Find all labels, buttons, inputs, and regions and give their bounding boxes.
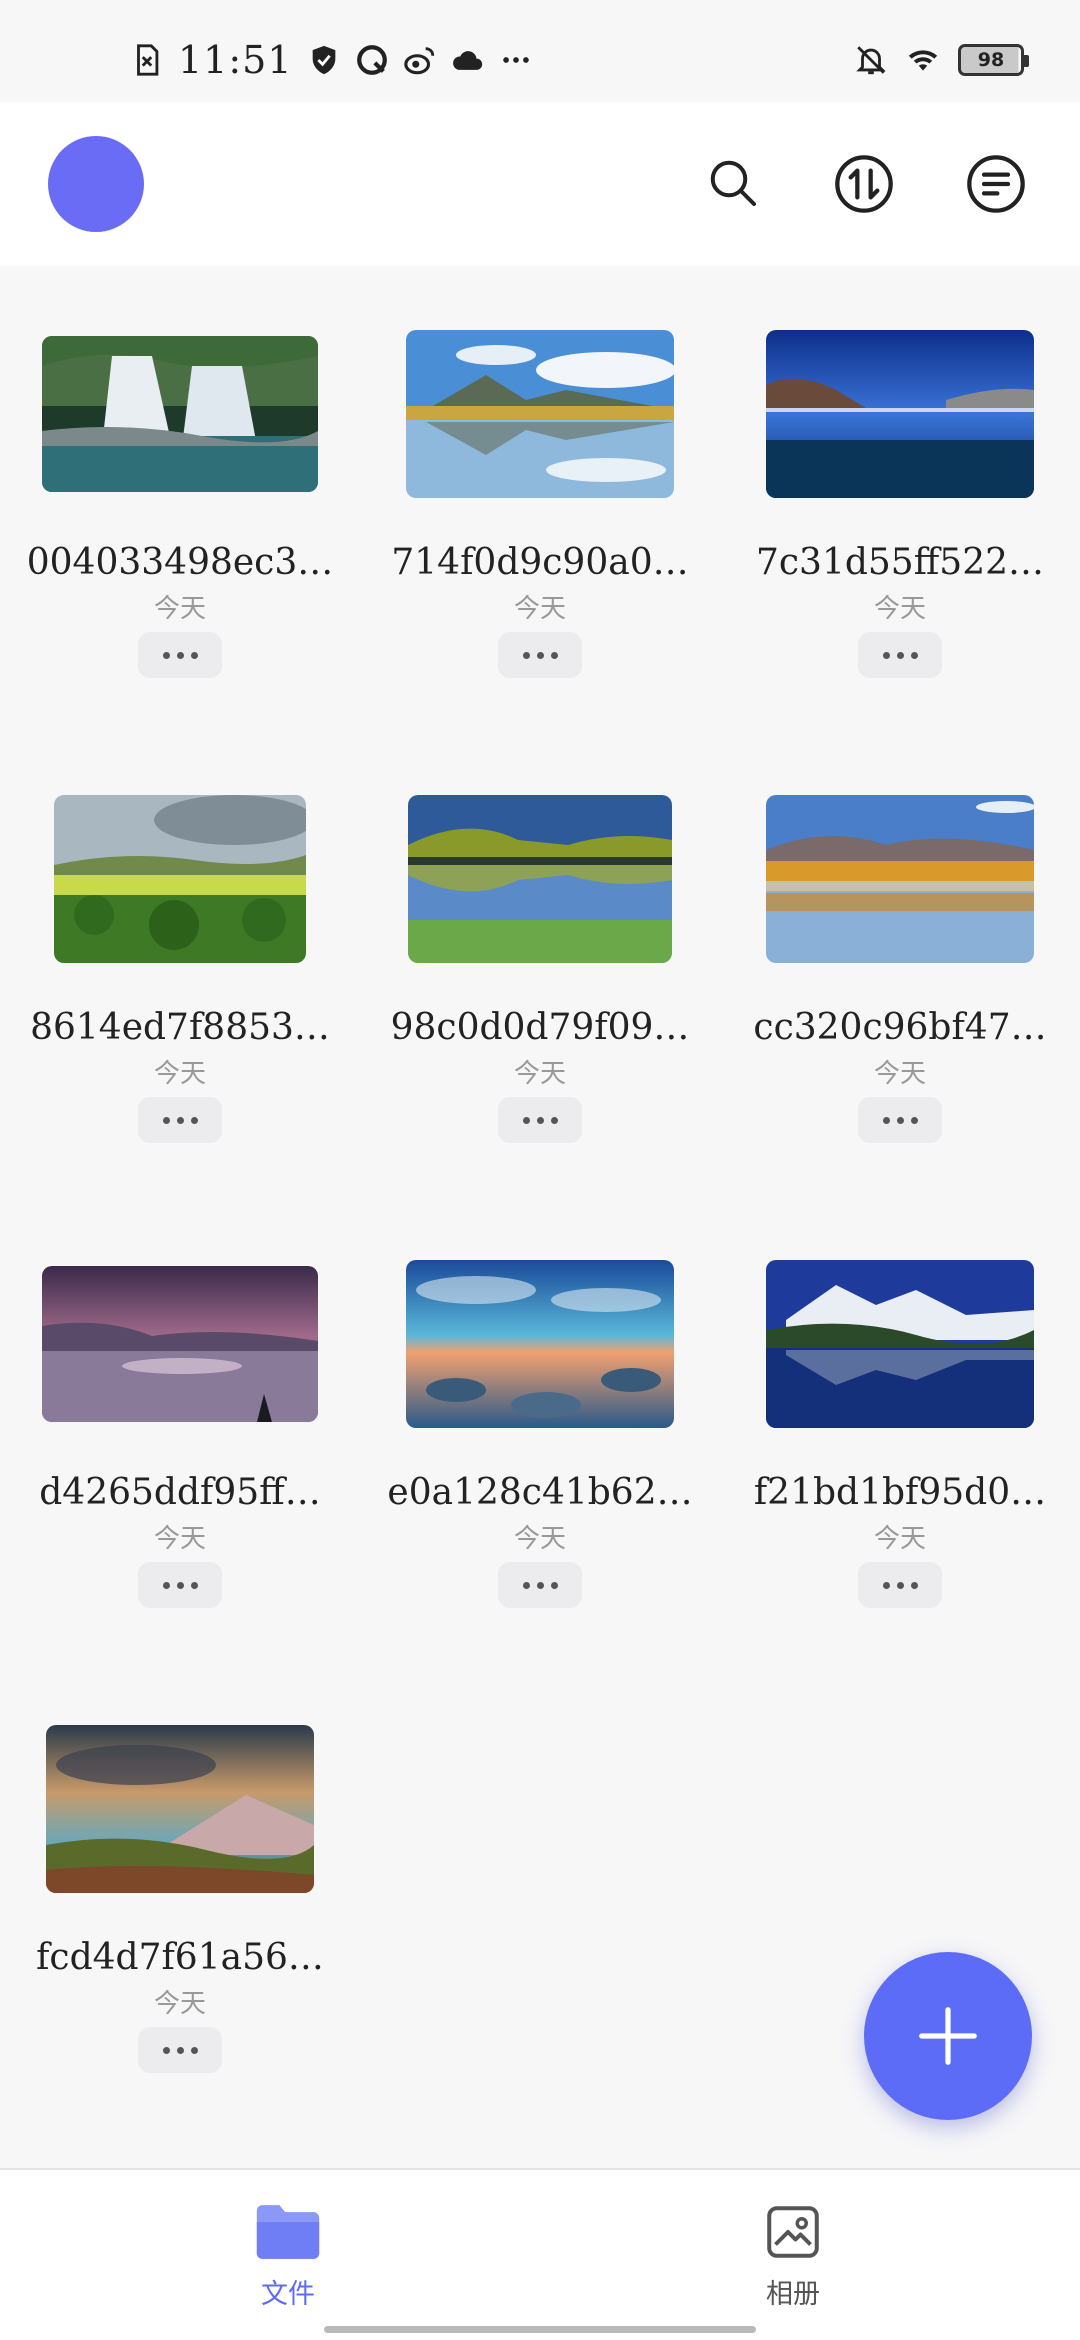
avatar[interactable]: [48, 136, 144, 232]
file-name: fcd4d7f61a56…: [36, 1937, 324, 1978]
battery-level: 98: [977, 49, 1005, 71]
nav-item-files[interactable]: 文件: [188, 2202, 388, 2322]
file-date: 今天: [153, 1989, 206, 2019]
nav-item-album[interactable]: 相册: [693, 2202, 893, 2322]
cloud-icon: [452, 51, 482, 70]
more-button[interactable]: [138, 2027, 222, 2073]
file-item[interactable]: 714f0d9c90a0… 今天: [360, 266, 720, 731]
status-time: 11:51: [178, 38, 293, 82]
nav-label-album: 相册: [766, 2279, 820, 2310]
more-button[interactable]: [498, 1562, 582, 1608]
nav-label-files: 文件: [261, 2279, 315, 2310]
thumbnail-waterfall[interactable]: [42, 336, 318, 492]
file-date: 今天: [513, 594, 566, 624]
file-name: 714f0d9c90a0…: [391, 542, 689, 583]
thumbnail-autumn-trees[interactable]: [766, 795, 1034, 963]
file-name: 98c0d0d79f09…: [390, 1007, 690, 1048]
album-icon: [767, 2206, 819, 2258]
screen: 11:51 98 004033498ec3… 今天 714f0d9c90a0… …: [0, 0, 1080, 2340]
status-bar: 11:51 98: [0, 0, 1080, 102]
file-item[interactable]: 98c0d0d79f09… 今天: [360, 731, 720, 1196]
menu-button[interactable]: [958, 146, 1034, 222]
file-item[interactable]: d4265ddf95ff… 今天: [0, 1196, 360, 1661]
thumbnail-rocky-sunset[interactable]: [406, 1260, 674, 1428]
status-right: 98: [854, 36, 1029, 84]
thumbnail-purple-dusk[interactable]: [42, 1266, 318, 1422]
file-name: 004033498ec3…: [26, 542, 334, 583]
more-button[interactable]: [858, 1097, 942, 1143]
file-date: 今天: [153, 594, 206, 624]
file-item[interactable]: 8614ed7f8853… 今天: [0, 731, 360, 1196]
file-name: f21bd1bf95d0…: [753, 1472, 1047, 1513]
file-item[interactable]: 004033498ec3… 今天: [0, 266, 360, 731]
thumbnail-blue-lake[interactable]: [766, 330, 1034, 498]
thumbnail-reflection-hills[interactable]: [408, 795, 672, 963]
file-date: 今天: [513, 1059, 566, 1089]
more-button[interactable]: [138, 1097, 222, 1143]
file-name: e0a128c41b62…: [387, 1472, 693, 1513]
battery-icon: 98: [958, 44, 1029, 76]
search-icon: [710, 160, 756, 206]
file-item[interactable]: f21bd1bf95d0… 今天: [720, 1196, 1080, 1661]
sim-error-icon: [137, 44, 159, 76]
thumbnail-snowy-mountain-lake[interactable]: [766, 1260, 1034, 1428]
more-button[interactable]: [138, 1562, 222, 1608]
thumbnail-mountain-sunbeams[interactable]: [46, 1725, 314, 1893]
file-item[interactable]: 7c31d55ff522… 今天: [720, 266, 1080, 731]
app-bar: [0, 102, 1080, 266]
bell-muted-icon: [856, 46, 886, 75]
search-button[interactable]: [696, 146, 772, 222]
status-left: 11:51: [130, 30, 533, 90]
more-button[interactable]: [498, 632, 582, 678]
file-date: 今天: [153, 1059, 206, 1089]
bottom-nav: 文件 相册: [0, 2168, 1080, 2340]
file-item[interactable]: cc320c96bf47… 今天: [720, 731, 1080, 1196]
file-date: 今天: [873, 1059, 926, 1089]
thumbnail-green-fields[interactable]: [54, 795, 306, 963]
sort-button[interactable]: [826, 146, 902, 222]
more-button[interactable]: [498, 1097, 582, 1143]
more-button[interactable]: [858, 632, 942, 678]
plus-icon: [919, 2007, 977, 2065]
more-button[interactable]: [138, 632, 222, 678]
file-item[interactable]: fcd4d7f61a56… 今天: [0, 1661, 360, 2126]
file-name: d4265ddf95ff…: [39, 1472, 321, 1513]
file-name: cc320c96bf47…: [753, 1007, 1047, 1048]
file-name: 7c31d55ff522…: [755, 542, 1045, 583]
more-dots-icon: [502, 57, 529, 63]
thumbnail-mountain-lake[interactable]: [406, 330, 674, 498]
file-date: 今天: [873, 1524, 926, 1554]
file-date: 今天: [153, 1524, 206, 1554]
file-date: 今天: [873, 594, 926, 624]
file-name: 8614ed7f8853…: [30, 1007, 330, 1048]
file-item[interactable]: e0a128c41b62… 今天: [360, 1196, 720, 1661]
home-indicator[interactable]: [324, 2326, 756, 2333]
weibo-icon: [403, 47, 434, 75]
sort-icon: [835, 155, 893, 213]
menu-icon: [967, 155, 1025, 213]
q-app-icon: [356, 45, 387, 75]
shield-icon: [312, 45, 335, 75]
folder-icon: [256, 2205, 320, 2259]
more-button[interactable]: [858, 1562, 942, 1608]
wifi-icon: [908, 50, 938, 71]
file-date: 今天: [513, 1524, 566, 1554]
add-button[interactable]: [864, 1952, 1032, 2120]
